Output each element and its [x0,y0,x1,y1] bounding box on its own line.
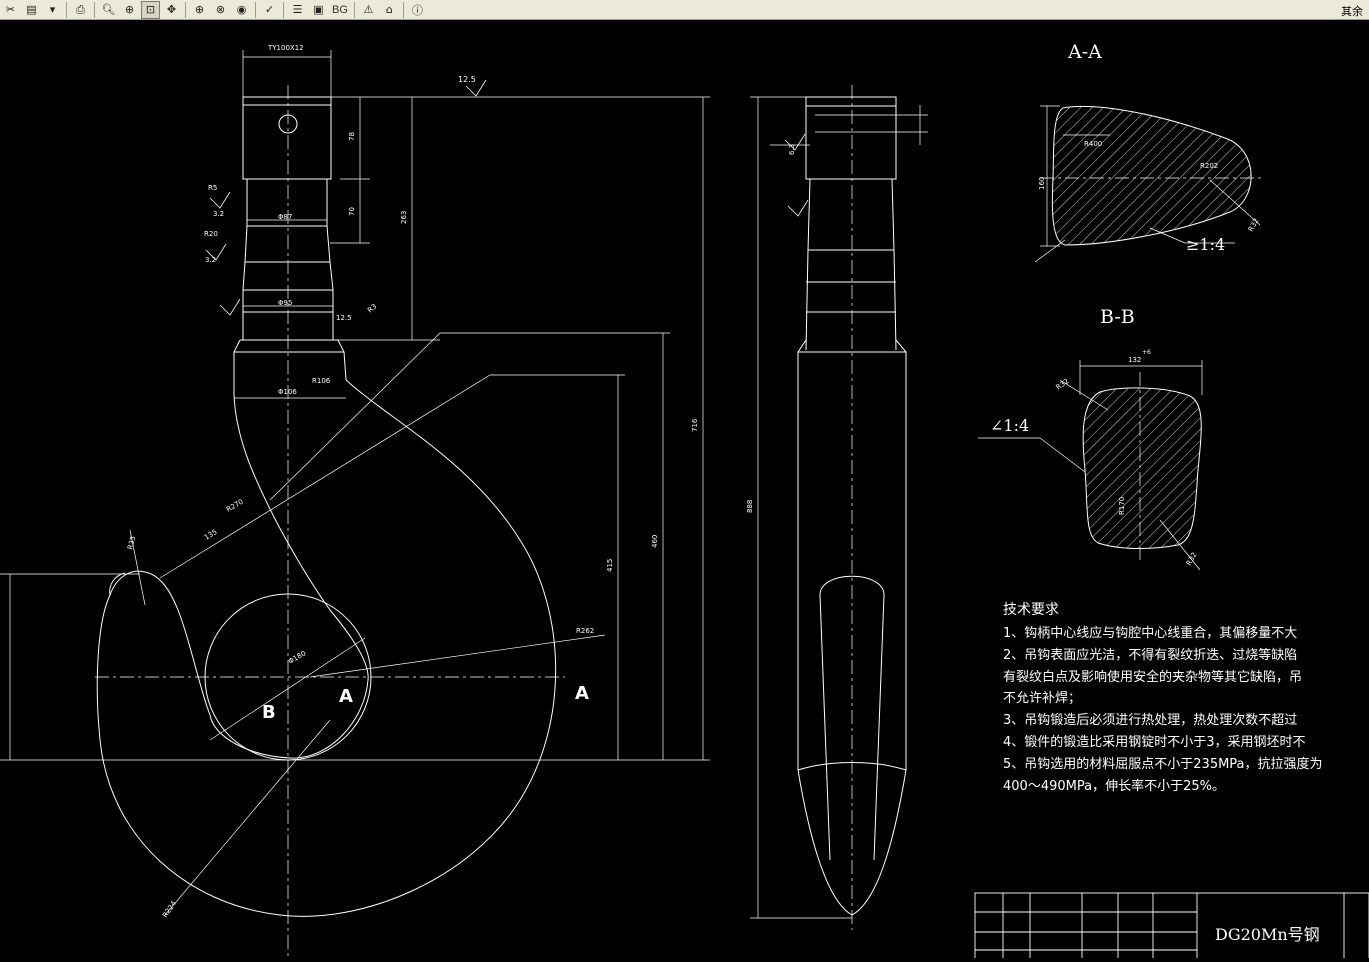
zoom-previous-icon[interactable]: ⊗ [211,1,230,19]
roughness-32b: 3.2 [205,256,216,264]
taper-aa-label: ≥1:4 [1186,235,1225,254]
warning-icon[interactable]: ⚠ [359,1,378,19]
layers-icon[interactable]: ☰ [288,1,307,19]
dim-r35: R35 [126,535,137,550]
dim-phi95: Φ95 [278,299,292,307]
info-icon[interactable]: ⓘ [408,1,427,19]
dim-phi180: Φ180 [287,649,307,665]
toolbar-separator [255,1,256,18]
dimension-lines [0,50,710,916]
zoom-in-icon[interactable]: ⊕ [120,1,139,19]
drawing-svg: A-A B-B A B A ≥1:4 ∠1:4 TY100X12 12.5 78… [0,41,1369,962]
section-aa [1034,105,1261,263]
dropdown-arrow-icon[interactable]: ▾ [43,1,62,19]
section-marker-a-right: A [575,683,589,704]
dim-r32-bb-top: R32 [1055,377,1071,391]
notes-line-3: 有裂纹白点及影响使用安全的夹杂物等其它缺陷，吊 [1003,669,1302,685]
dim-r20: R20 [204,230,218,238]
zoom-out-icon[interactable]: 🔍︎ [99,1,118,19]
properties-icon[interactable]: ▣ [309,1,328,19]
dim-r32-aa: R32 [1247,217,1261,233]
taper-bb-value: 1:4 [1003,416,1029,435]
toolbar-separator [66,1,67,18]
pan-icon[interactable]: ✥ [162,1,181,19]
section-marker-a: A [339,686,353,707]
dim-r400: R400 [1084,140,1102,148]
dim-78: 78 [348,132,356,141]
notes-line-1: 1、钩柄中心线应与钩腔中心线重合，其偏移量不大 [1003,625,1297,641]
taper-aa-value: 1:4 [1199,235,1225,254]
toolbar-separator [185,1,186,18]
dim-132: 132 [1128,356,1141,364]
dim-415: 415 [606,559,614,572]
dim-263: 263 [400,211,408,224]
dim-roughness-125: 12.5 [458,75,476,84]
dim-phi106: Φ106 [278,388,297,396]
dim-460: 460 [651,535,659,548]
dim-r5: R5 [208,184,217,192]
roughness-symbols [205,79,809,316]
dim-r262: R262 [576,627,594,635]
dim-tol-plus6: +6 [1142,349,1151,356]
dim-70: 70 [348,207,356,216]
home-icon[interactable]: ⌂ [380,1,399,19]
roughness-125b: 12.5 [336,314,352,322]
pick-point-icon[interactable]: ✓ [260,1,279,19]
dim-160: 160 [1038,177,1046,190]
taper-bb-label: ∠1:4 [990,416,1029,435]
notes-line-8: 400～490MPa，伸长率不小于25%。 [1003,778,1225,794]
dim-135: 135 [203,528,219,542]
notes-line-4: 不允许补焊； [1003,690,1081,706]
cad-drawing-canvas[interactable]: A-A B-B A B A ≥1:4 ∠1:4 TY100X12 12.5 78… [0,20,1369,962]
toolbar-separator [283,1,284,18]
notes-line-6: 4、锻件的锻造比采用钢锭时不小于3，采用钢坯时不 [1003,734,1306,750]
dim-r270: R270 [225,498,245,514]
dim-888: 888 [746,500,754,513]
dim-r3: R3 [366,302,378,314]
save-icon[interactable]: ▤ [22,1,41,19]
toolbar-separator [94,1,95,18]
section-aa-label: A-A [1067,41,1102,63]
dim-r170: R170 [1118,497,1126,515]
app-menu-icon[interactable]: ✂ [1,1,20,19]
toolbar-separator [402,1,404,18]
toolbar-separator [353,1,355,18]
notes-line-2: 2、吊钩表面应光洁，不得有裂纹折迭、过烧等缺陷 [1003,647,1297,663]
section-bb [978,360,1203,571]
background-toggle-button[interactable]: BG [329,4,351,16]
material-label: DG20Mn号钢 [1215,925,1320,944]
notes-title: 技术要求 [1003,602,1059,618]
zoom-extents-icon[interactable]: ⊕ [190,1,209,19]
dim-716: 716 [691,418,699,432]
print-icon[interactable]: ⎙ [71,1,90,19]
roughness-63: 6.3 [788,144,796,155]
dim-r106: R106 [312,377,331,385]
notes-line-5: 3、吊钩锻造后必须进行热处理，热处理次数不超过 [1003,712,1297,728]
roughness-32a: 3.2 [213,210,224,218]
section-marker-b: B [262,702,276,723]
dim-r202: R202 [1200,162,1218,170]
orbit-icon[interactable]: ◉ [232,1,251,19]
notes-line-7: 5、吊钩选用的材料屈服点不小于235MPa，抗拉强度为 [1003,756,1323,772]
zoom-window-icon[interactable]: ⊡ [141,0,160,19]
section-bb-label: B-B [1100,306,1135,328]
toolbar: ✂ ▤ ▾ ⎙ 🔍︎ ⊕ ⊡ ✥ ⊕ ⊗ ◉ ✓ ☰ ▣ BG ⚠ ⌂ ⓘ 其余 [0,0,1369,20]
roughness-note: 其余 [1341,5,1363,18]
dim-thread: TY100X12 [267,44,304,52]
dim-phi87: Φ87 [278,213,292,221]
